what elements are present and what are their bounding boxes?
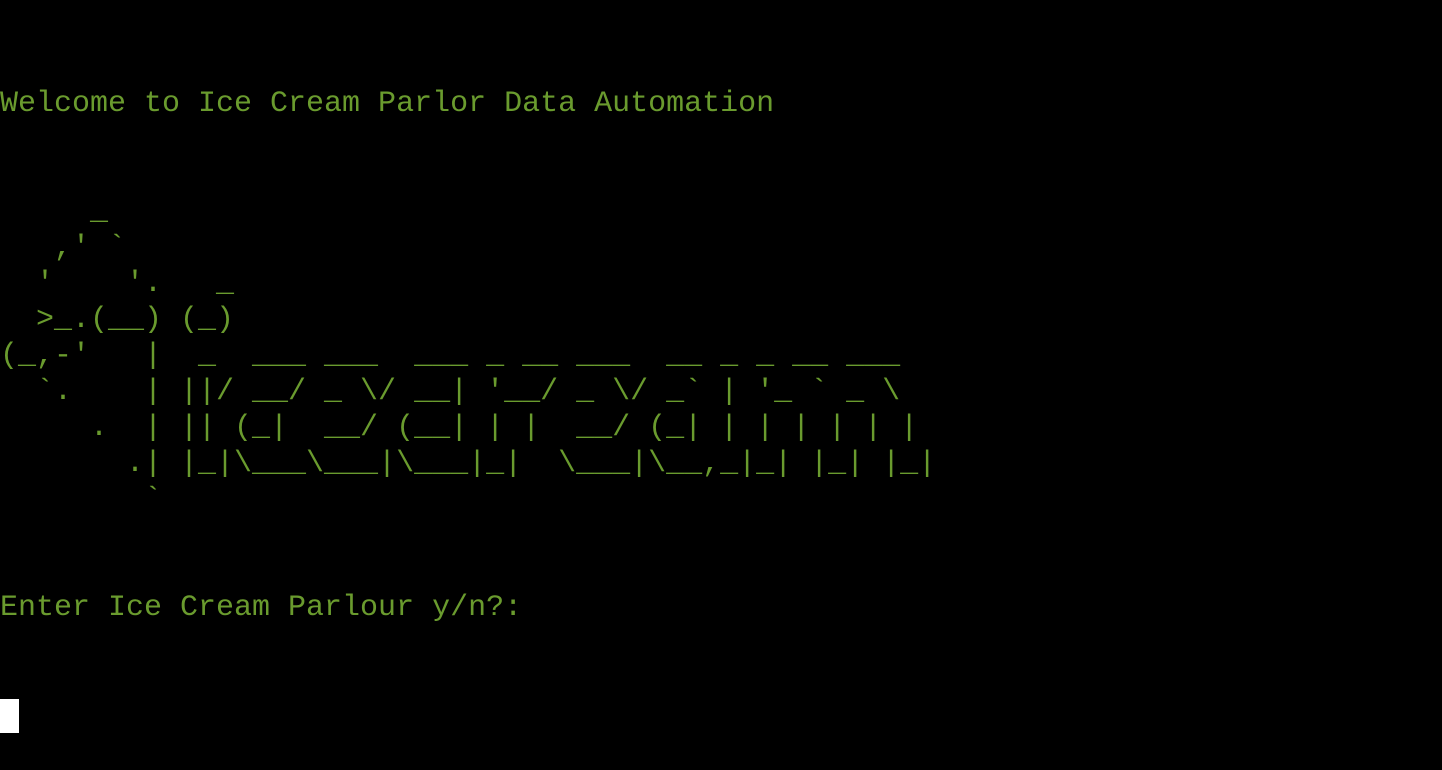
text-cursor bbox=[0, 699, 19, 733]
welcome-message: Welcome to Ice Cream Parlor Data Automat… bbox=[0, 87, 775, 121]
terminal-input-line[interactable] bbox=[0, 698, 1442, 734]
terminal-window[interactable]: Welcome to Ice Cream Parlor Data Automat… bbox=[0, 0, 1442, 733]
parlour-prompt: Enter Ice Cream Parlour y/n?: bbox=[0, 591, 523, 625]
ice-cream-ascii-logo: _ ,' ` ' '. _ >_.(__) (_) (_,-' | _ ___ … bbox=[0, 195, 937, 517]
